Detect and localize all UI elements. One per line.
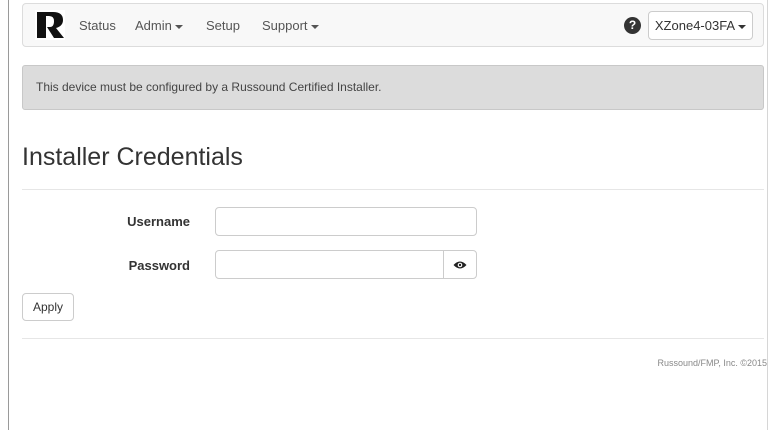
device-dropdown-button[interactable]: XZone4-03FA	[648, 11, 753, 40]
title-divider	[22, 189, 764, 190]
window-right-border	[767, 0, 768, 430]
alert-text: This device must be configured by a Russ…	[36, 80, 382, 94]
nav-support[interactable]: Support	[262, 18, 319, 33]
caret-down-icon	[310, 24, 319, 29]
nav-admin[interactable]: Admin	[135, 18, 183, 33]
top-navbar: Status Admin Setup Support ? XZone4-03FA	[22, 3, 764, 47]
page-title: Installer Credentials	[22, 143, 243, 171]
nav-status[interactable]: Status	[79, 18, 116, 33]
show-password-button[interactable]	[443, 250, 477, 279]
question-circle-icon[interactable]: ?	[624, 17, 641, 34]
window-left-border	[8, 0, 9, 430]
nav-setup-label: Setup	[206, 18, 240, 33]
copyright-footer: Russound/FMP, Inc. ©2015	[657, 358, 767, 368]
eye-icon	[453, 261, 467, 269]
nav-support-label: Support	[262, 18, 308, 33]
installer-alert: This device must be configured by a Russ…	[22, 65, 764, 110]
password-input[interactable]	[215, 250, 444, 279]
footer-divider	[22, 338, 764, 339]
caret-down-icon	[738, 24, 747, 29]
nav-setup[interactable]: Setup	[206, 18, 240, 33]
nav-status-label: Status	[79, 18, 116, 33]
apply-button-label: Apply	[32, 300, 64, 314]
password-label: Password	[128, 258, 190, 273]
apply-button[interactable]: Apply	[22, 293, 74, 321]
nav-admin-label: Admin	[135, 18, 172, 33]
russound-logo[interactable]	[35, 10, 65, 40]
device-name-label: XZone4-03FA	[654, 18, 736, 33]
caret-down-icon	[174, 24, 183, 29]
username-label: Username	[127, 214, 190, 229]
username-input[interactable]	[215, 207, 477, 236]
